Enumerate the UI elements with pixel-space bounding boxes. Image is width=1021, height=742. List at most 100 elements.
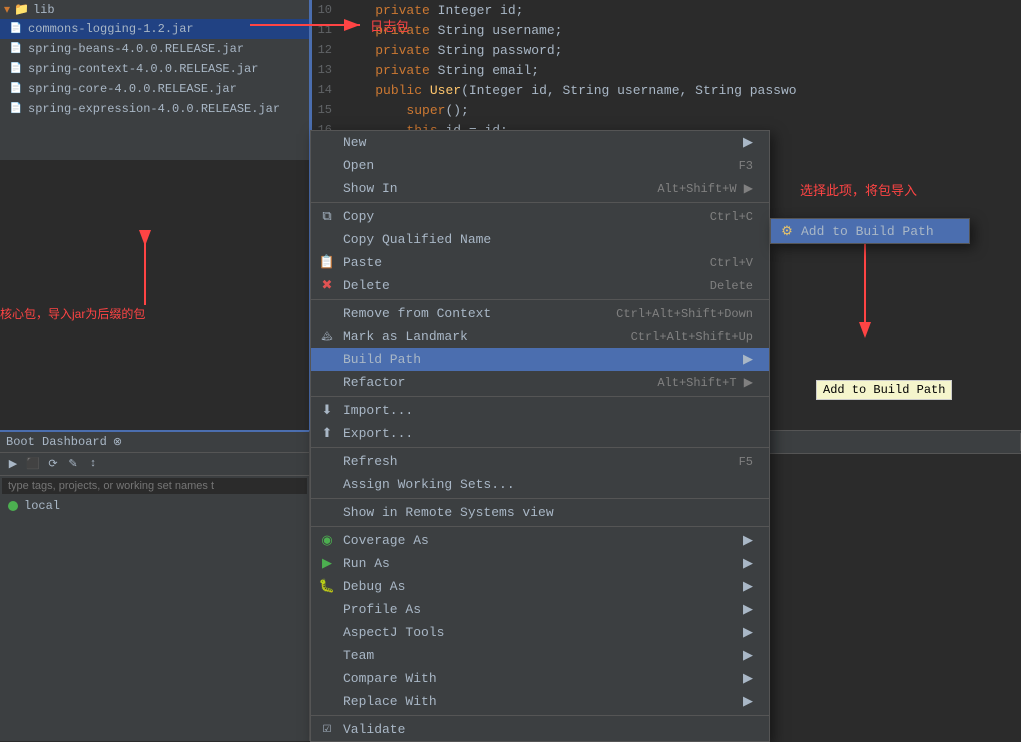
menu-label: Refresh [343,454,398,469]
line-number: 15 [314,103,344,117]
boot-dashboard-panel: Boot Dashboard ⊗ ▶ ⬛ ⟳ ✎ ↕ local [0,430,310,741]
menu-label: Assign Working Sets... [343,477,515,492]
menu-item-validate[interactable]: ☑ Validate [311,718,769,741]
menu-item-copy[interactable]: ⧉ Copy Ctrl+C [311,205,769,228]
boot-dashboard-label: Boot Dashboard [6,435,107,449]
shortcut-label: Ctrl+Alt+Shift+Down [616,307,753,321]
boot-search-container [0,476,309,496]
file-tree-item[interactable]: 📄 spring-context-4.0.0.RELEASE.jar [0,59,309,79]
menu-label: Team [343,648,374,663]
menu-item-export[interactable]: ⬆ Export... [311,422,769,445]
line-content: super(); [344,103,469,118]
menu-item-delete[interactable]: ✖ Delete Delete [311,274,769,297]
arrow-icon: ▶ [743,625,753,640]
boot-search-input[interactable] [2,478,307,494]
menu-item-build-path[interactable]: Build Path ▶ [311,348,769,371]
submenu-label: Add to Build Path [801,224,934,239]
code-line: 12 private String password; [310,40,1021,60]
menu-separator [311,396,769,397]
menu-item-refresh[interactable]: Refresh F5 [311,450,769,473]
menu-item-show-in[interactable]: Show In Alt+Shift+W ▶ [311,177,769,200]
check-icon: ☑ [319,722,335,738]
delete-icon: ✖ [319,278,335,294]
annotation-select: 选择此项，将包导入 [800,180,917,199]
boot-dashboard-toolbar: ▶ ⬛ ⟳ ✎ ↕ [0,453,309,476]
menu-label: Copy Qualified Name [343,232,491,247]
build-path-submenu: ⚙ Add to Build Path [770,218,970,244]
menu-item-mark-landmark[interactable]: 🏔 Mark as Landmark Ctrl+Alt+Shift+Up [311,325,769,348]
local-label: local [24,499,60,513]
code-line: 11 private String username; [310,20,1021,40]
shortcut-label: Alt+Shift+T ▶ [657,375,753,390]
menu-label: Delete [343,278,390,293]
arrow-icon: ▶ [743,352,753,367]
annotation-text: 选择此项，将包导入 [800,183,917,198]
jar-icon: 📄 [8,81,24,97]
annotation-text: 核心包，导入jar为后缀的包 [0,307,145,321]
menu-label: Run As [343,556,390,571]
menu-item-import[interactable]: ⬇ Import... [311,399,769,422]
menu-item-run-as[interactable]: ▶ Run As ▶ [311,552,769,575]
toolbar-btn-2[interactable]: ⬛ [24,455,42,473]
menu-item-assign-working-sets[interactable]: Assign Working Sets... [311,473,769,496]
coverage-icon: ◉ [319,533,335,549]
shortcut-label: F5 [739,455,753,469]
menu-label: Copy [343,209,374,224]
line-content: public User(Integer id, String username,… [344,83,797,98]
jar-icon: 📄 [8,41,24,57]
menu-label: Replace With [343,694,437,709]
menu-label: Paste [343,255,382,270]
toolbar-btn-5[interactable]: ↕ [84,455,102,473]
menu-separator [311,299,769,300]
jar-icon: 📄 [8,101,24,117]
menu-item-replace-with[interactable]: Replace With ▶ [311,690,769,713]
import-icon: ⬇ [319,403,335,419]
menu-item-aspectj-tools[interactable]: AspectJ Tools ▶ [311,621,769,644]
tooltip-add-to-build-path: Add to Build Path [816,380,952,400]
menu-item-copy-qualified[interactable]: Copy Qualified Name [311,228,769,251]
arrow-icon: ▶ [743,694,753,709]
menu-label: Open [343,158,374,173]
arrow-icon: ▶ [743,135,753,150]
lib-label: lib [33,3,55,17]
annotation-core: 核心包，导入jar为后缀的包 [0,305,145,322]
menu-label: AspectJ Tools [343,625,444,640]
menu-label: Remove from Context [343,306,491,321]
menu-label: Show in Remote Systems view [343,505,554,520]
code-line: 15 super(); [310,100,1021,120]
shortcut-label: Ctrl+C [710,210,753,224]
file-name: commons-logging-1.2.jar [28,22,194,36]
submenu-item-add-to-build-path[interactable]: ⚙ Add to Build Path [771,219,969,243]
menu-item-open[interactable]: Open F3 [311,154,769,177]
menu-item-paste[interactable]: 📋 Paste Ctrl+V [311,251,769,274]
menu-label: Profile As [343,602,421,617]
toolbar-btn-4[interactable]: ✎ [64,455,82,473]
menu-label: New [343,135,366,150]
menu-separator [311,498,769,499]
copy-icon: ⧉ [319,209,335,225]
tooltip-text: Add to Build Path [823,383,945,397]
file-tree-item[interactable]: 📄 spring-core-4.0.0.RELEASE.jar [0,79,309,99]
toolbar-btn-1[interactable]: ▶ [4,455,22,473]
menu-label: Import... [343,403,413,418]
menu-item-debug-as[interactable]: 🐛 Debug As ▶ [311,575,769,598]
arrow-icon: ▶ [743,579,753,594]
jar-icon: 📄 [8,61,24,77]
menu-item-refactor[interactable]: Refactor Alt+Shift+T ▶ [311,371,769,394]
menu-item-team[interactable]: Team ▶ [311,644,769,667]
boot-local-item: local [0,496,309,516]
menu-item-new[interactable]: New ▶ [311,131,769,154]
shortcut-label: F3 [739,159,753,173]
file-name: spring-expression-4.0.0.RELEASE.jar [28,102,280,116]
menu-item-coverage-as[interactable]: ◉ Coverage As ▶ [311,529,769,552]
menu-item-remove-context[interactable]: Remove from Context Ctrl+Alt+Shift+Down [311,302,769,325]
menu-separator [311,202,769,203]
boot-dashboard-title: Boot Dashboard ⊗ [0,432,309,453]
menu-item-show-remote[interactable]: Show in Remote Systems view [311,501,769,524]
menu-label: Mark as Landmark [343,329,468,344]
line-number: 14 [314,83,344,97]
menu-item-compare-with[interactable]: Compare With ▶ [311,667,769,690]
toolbar-btn-3[interactable]: ⟳ [44,455,62,473]
menu-item-profile-as[interactable]: Profile As ▶ [311,598,769,621]
file-tree-item[interactable]: 📄 spring-expression-4.0.0.RELEASE.jar [0,99,309,119]
